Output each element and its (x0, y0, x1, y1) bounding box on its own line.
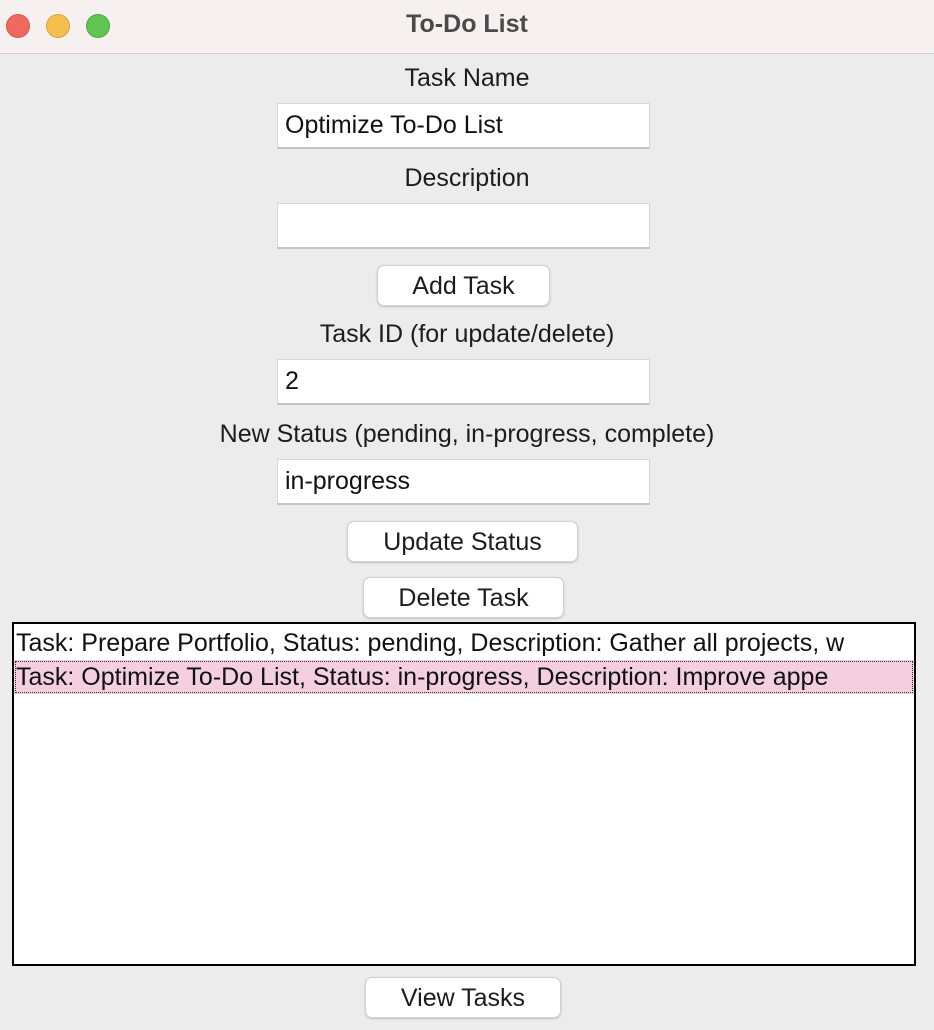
new-status-input[interactable] (277, 459, 650, 505)
new-status-label: New Status (pending, in-progress, comple… (219, 420, 715, 448)
description-input[interactable] (277, 203, 650, 249)
task-name-input[interactable] (277, 103, 650, 149)
view-tasks-button[interactable]: View Tasks (365, 977, 561, 1018)
todo-window: To-Do List Task Name Description Add Tas… (0, 0, 934, 1030)
title-bar: To-Do List (0, 0, 934, 54)
task-listbox[interactable]: Task: Prepare Portfolio, Status: pending… (12, 622, 916, 966)
task-id-input[interactable] (277, 359, 650, 405)
description-label: Description (404, 164, 530, 192)
window-title: To-Do List (406, 10, 528, 38)
update-status-button[interactable]: Update Status (347, 521, 578, 562)
task-list-item[interactable]: Task: Prepare Portfolio, Status: pending… (14, 626, 914, 660)
add-task-button[interactable]: Add Task (377, 265, 550, 306)
delete-task-button[interactable]: Delete Task (363, 577, 564, 618)
task-list-item-selected[interactable]: Task: Optimize To-Do List, Status: in-pr… (14, 660, 914, 694)
task-name-label: Task Name (404, 64, 530, 92)
task-id-label: Task ID (for update/delete) (319, 320, 615, 348)
